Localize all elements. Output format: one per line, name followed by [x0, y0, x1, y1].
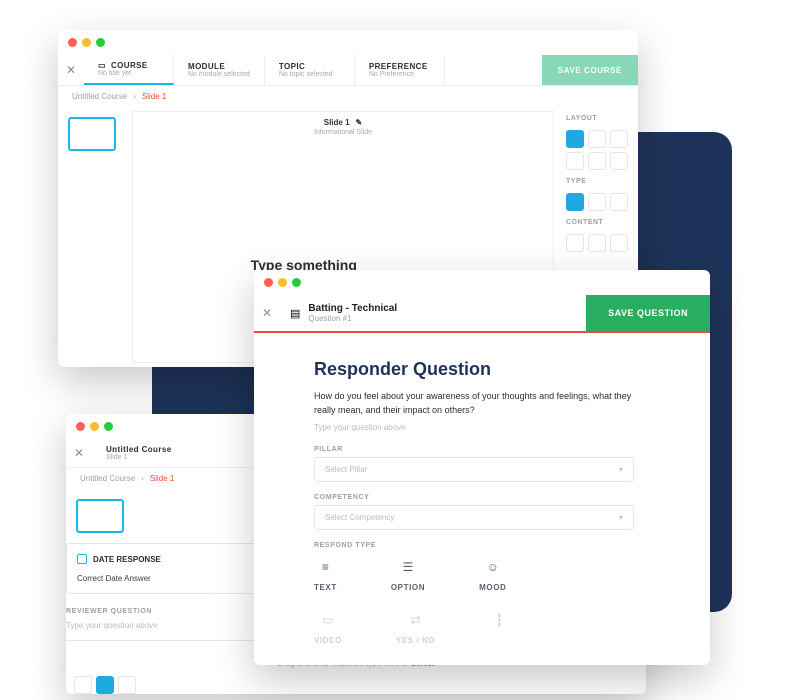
view-grid: [74, 676, 138, 694]
tab-course[interactable]: ▭COURSE No title yet: [84, 55, 174, 85]
close-icon[interactable]: ✕: [66, 439, 92, 467]
question-header: ✕ ▤ Batting - Technical Question #1 SAVE…: [254, 295, 710, 333]
minimize-dot[interactable]: [82, 38, 91, 47]
tab-preference[interactable]: PREFERENCE No Preference: [355, 55, 445, 85]
close-dot[interactable]: [68, 38, 77, 47]
edit-icon[interactable]: ✎: [356, 118, 363, 127]
layout-option[interactable]: [588, 130, 606, 148]
type-option[interactable]: [588, 193, 606, 211]
tab-topic[interactable]: TOPIC No topic selected: [265, 55, 355, 85]
breadcrumb-current[interactable]: Slide 1: [142, 92, 166, 101]
type-option[interactable]: [610, 193, 628, 211]
document-icon: ▤: [290, 307, 300, 320]
respond-type-text[interactable]: ≡ TEXT: [314, 557, 337, 592]
competency-select[interactable]: Select Competency▾: [314, 505, 634, 530]
chevron-down-icon: ▾: [619, 465, 623, 474]
properties-panel: RESPOND TYPE OPTION: [66, 668, 146, 694]
zoom-dot[interactable]: [104, 422, 113, 431]
slide-thumbnails: [66, 489, 136, 543]
layout-option[interactable]: [610, 152, 628, 170]
course-icon: ▭: [98, 61, 106, 70]
respond-type-slider[interactable]: ┇: [489, 610, 509, 645]
breadcrumb: Untitled Course › Slide 1: [58, 86, 638, 107]
close-icon[interactable]: ✕: [254, 295, 280, 331]
date-response-label: DATE RESPONSE: [93, 555, 161, 564]
type-label: TYPE: [566, 178, 630, 185]
layout-option[interactable]: [610, 130, 628, 148]
slide-thumb-1[interactable]: [68, 117, 116, 151]
tab-module[interactable]: MODULE No module selected: [174, 55, 265, 85]
slide-thumb-1[interactable]: [76, 499, 124, 533]
content-option[interactable]: [610, 234, 628, 252]
content-option[interactable]: [588, 234, 606, 252]
type-option[interactable]: [566, 193, 584, 211]
competency-label: COMPETENCY: [314, 494, 650, 501]
view-option[interactable]: [74, 676, 92, 694]
respond-type-row: ≡ TEXT ☰ OPTION ☺ MOOD: [314, 557, 650, 592]
content-label: CONTENT: [566, 219, 630, 226]
question-number: Question #1: [308, 314, 397, 323]
text-icon: ≡: [315, 557, 335, 577]
window-controls: [58, 30, 638, 55]
content-option[interactable]: [566, 234, 584, 252]
list-icon: ☰: [398, 557, 418, 577]
window-controls: [254, 270, 710, 295]
top-tabs: ✕ ▭COURSE No title yet MODULE No module …: [58, 55, 638, 86]
question-editor-window: ✕ ▤ Batting - Technical Question #1 SAVE…: [254, 270, 710, 665]
save-course-button[interactable]: SAVE COURSE: [542, 55, 638, 85]
minimize-dot[interactable]: [278, 278, 287, 287]
pillar-label: PILLAR: [314, 446, 650, 453]
type-grid: [566, 193, 630, 211]
question-hint: Type your question above: [314, 423, 650, 432]
slide-title[interactable]: Slide 1: [324, 118, 350, 127]
tab-course[interactable]: Untitled Course Slide 1: [92, 439, 252, 467]
respond-type-mood[interactable]: ☺ MOOD: [479, 557, 506, 592]
layout-label: LAYOUT: [566, 115, 630, 122]
respond-type-video[interactable]: ▭ VIDEO: [314, 610, 342, 645]
video-icon: ▭: [318, 610, 338, 630]
course-title: Batting - Technical: [308, 303, 397, 314]
view-option[interactable]: [118, 676, 136, 694]
respond-type-option[interactable]: ☰ OPTION: [391, 557, 425, 592]
zoom-dot[interactable]: [96, 38, 105, 47]
pillar-select[interactable]: Select Pillar▾: [314, 457, 634, 482]
slider-icon: ┇: [489, 610, 509, 630]
chevron-down-icon: ▾: [619, 513, 623, 522]
respond-type-label: RESPOND TYPE: [314, 542, 650, 549]
content-grid: [566, 234, 630, 252]
smile-icon: ☺: [483, 557, 503, 577]
layout-option[interactable]: [566, 130, 584, 148]
close-icon[interactable]: ✕: [58, 55, 84, 85]
layout-option[interactable]: [566, 152, 584, 170]
view-option[interactable]: [96, 676, 114, 694]
layout-grid: [566, 130, 630, 170]
page-heading: Responder Question: [314, 359, 650, 380]
breadcrumb-root[interactable]: Untitled Course: [80, 474, 135, 483]
close-dot[interactable]: [76, 422, 85, 431]
toggle-icon: ⇄: [406, 610, 426, 630]
slide-type: Informational Slide: [314, 129, 372, 136]
layout-option[interactable]: [588, 152, 606, 170]
respond-type-row-2: ▭ VIDEO ⇄ YES / NO ┇: [314, 610, 650, 645]
respond-type-yesno[interactable]: ⇄ YES / NO: [396, 610, 435, 645]
close-dot[interactable]: [264, 278, 273, 287]
zoom-dot[interactable]: [292, 278, 301, 287]
slide-thumbnails: [58, 107, 128, 367]
breadcrumb-root[interactable]: Untitled Course: [72, 92, 127, 101]
question-text[interactable]: How do you feel about your awareness of …: [314, 390, 634, 417]
calendar-icon: [77, 554, 87, 564]
minimize-dot[interactable]: [90, 422, 99, 431]
save-question-button[interactable]: SAVE QUESTION: [586, 295, 710, 331]
breadcrumb-current[interactable]: Slide 1: [150, 474, 174, 483]
